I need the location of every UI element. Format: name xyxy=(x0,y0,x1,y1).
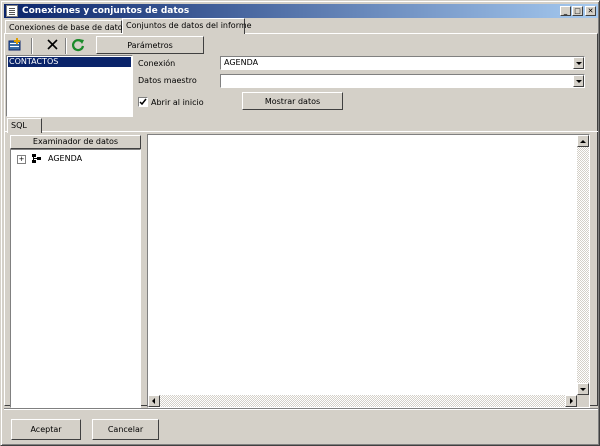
connection-label: Conexión xyxy=(138,59,176,68)
title-bar[interactable]: Conexiones y conjuntos de datos _ □ ✕ xyxy=(4,4,598,18)
open-at-start-checkbox[interactable] xyxy=(138,97,148,107)
master-data-label: Datos maestro xyxy=(138,76,197,85)
connection-select[interactable]: AGENDA xyxy=(220,56,585,70)
tab-report-datasets[interactable]: Conjuntos de datos del informe xyxy=(122,18,252,34)
show-data-button[interactable]: Mostrar datos xyxy=(242,92,343,110)
delete-button[interactable] xyxy=(45,37,63,54)
dropdown-arrow-icon[interactable] xyxy=(573,75,584,87)
accept-button[interactable]: Aceptar xyxy=(11,419,81,440)
open-at-start-label: Abrir al inicio xyxy=(151,98,204,107)
datasets-list[interactable]: CONTACTOS xyxy=(6,55,133,117)
explorer-header: Examinador de datos xyxy=(10,135,141,149)
scroll-up-button[interactable] xyxy=(577,135,589,147)
maximize-button[interactable]: □ xyxy=(572,6,583,16)
scrollbar-corner xyxy=(577,395,589,407)
window-title: Conexiones y conjuntos de datos xyxy=(22,6,190,16)
data-explorer-tree[interactable]: + AGENDA xyxy=(10,149,141,408)
connection-value: AGENDA xyxy=(224,58,259,67)
checkmark-icon xyxy=(139,98,147,106)
horizontal-scrollbar[interactable] xyxy=(148,395,577,407)
refresh-button[interactable] xyxy=(70,37,88,54)
dialog-window: Conexiones y conjuntos de datos _ □ ✕ Co… xyxy=(0,0,600,446)
database-connection-icon xyxy=(32,154,41,163)
scroll-down-button[interactable] xyxy=(577,383,589,395)
scroll-right-button[interactable] xyxy=(565,395,577,407)
add-dataset-button[interactable] xyxy=(7,37,25,54)
tree-item-agenda[interactable]: AGENDA xyxy=(48,154,82,164)
tab-connections[interactable]: Conexiones de base de datos xyxy=(5,20,127,34)
master-data-select[interactable] xyxy=(220,74,585,88)
expand-icon[interactable]: + xyxy=(17,155,26,164)
app-icon xyxy=(6,5,18,17)
scroll-left-button[interactable] xyxy=(148,395,160,407)
delete-icon xyxy=(47,39,58,50)
divider xyxy=(4,131,598,132)
minimize-button[interactable]: _ xyxy=(560,6,571,16)
list-item[interactable]: CONTACTOS xyxy=(8,57,131,67)
add-dataset-icon xyxy=(8,38,21,51)
dropdown-arrow-icon[interactable] xyxy=(573,57,584,69)
vertical-scrollbar[interactable] xyxy=(577,135,589,395)
cancel-button[interactable]: Cancelar xyxy=(92,419,159,440)
toolbar-separator xyxy=(65,38,67,54)
tab-sql[interactable]: SQL xyxy=(7,118,42,133)
refresh-icon xyxy=(71,39,85,52)
footer-divider xyxy=(4,408,598,410)
toolbar-separator xyxy=(31,38,33,54)
parameters-button[interactable]: Parámetros xyxy=(96,36,204,54)
sql-editor[interactable] xyxy=(147,134,590,408)
close-button[interactable]: ✕ xyxy=(585,6,596,16)
